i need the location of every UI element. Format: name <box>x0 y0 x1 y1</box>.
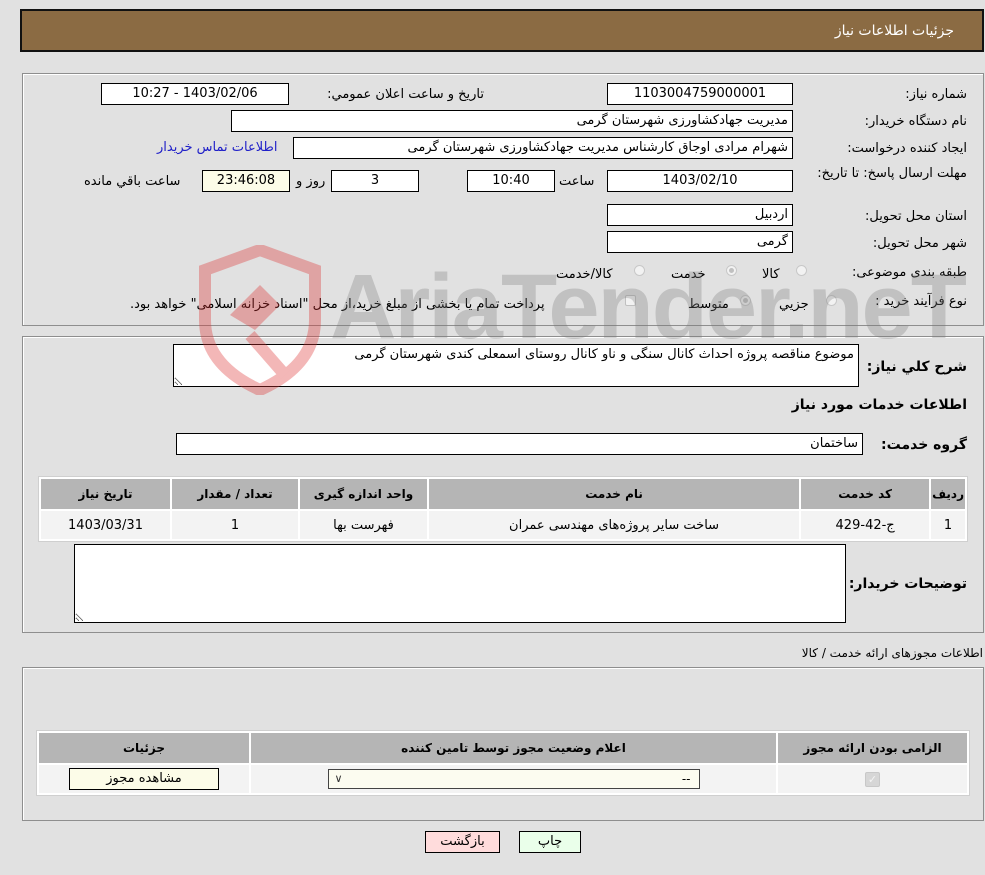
need-number-label: شماره نیاز: <box>905 87 967 102</box>
deadline-date-field: 1403/02/10 <box>607 170 793 192</box>
deadline-time-label: ساعت <box>559 174 595 189</box>
process-label-medium: متوسط <box>688 297 729 312</box>
need-number-field: 1103004759000001 <box>607 83 793 105</box>
process-radio-medium[interactable] <box>740 295 751 306</box>
treasury-checkbox[interactable] <box>625 295 636 306</box>
view-permit-button[interactable]: مشاهده مجوز <box>69 768 219 790</box>
page-title: جزئیات اطلاعات نیاز <box>834 23 954 39</box>
permits-heading: اطلاعات مجوزهای ارائه خدمت / کالا <box>801 646 983 660</box>
province-field: اردبیل <box>607 204 793 226</box>
buyer-contact-link[interactable]: اطلاعات تماس خريدار <box>157 140 277 155</box>
permit-status-value: -- <box>681 772 691 786</box>
cell-unit: فهرست بها <box>300 511 427 539</box>
col-unit: واحد اندازه گيری <box>300 479 427 509</box>
services-table: رديف کد خدمت نام خدمت واحد اندازه گيری ت… <box>38 476 968 542</box>
col-row-number: رديف <box>931 479 965 509</box>
print-button[interactable]: چاپ <box>519 831 581 853</box>
category-label: طبقه بندی موضوعی: <box>851 265 967 280</box>
remaining-time-field: 23:46:08 <box>202 170 290 192</box>
services-heading: اطلاعات خدمات مورد نياز <box>791 397 967 413</box>
city-label: شهر محل تحویل: <box>872 236 967 251</box>
buyer-org-field: مدیریت جهادکشاورزی شهرستان گرمی <box>231 110 793 132</box>
permit-status-select[interactable]: -- ∨ <box>327 769 700 789</box>
category-label-goods: کالا <box>762 267 780 282</box>
deadline-time-field: 10:40 <box>467 170 555 192</box>
category-radio-goods[interactable] <box>796 265 807 276</box>
permits-table: الزامی بودن ارائه مجوز اعلام وضعیت مجوز … <box>36 730 970 796</box>
service-group-label: گروه خدمت: <box>881 437 967 453</box>
announce-datetime-label: تاریخ و ساعت اعلان عمومي: <box>327 87 484 102</box>
service-group-field: ساختمان <box>176 433 863 455</box>
remaining-time-label: ساعت باقي مانده <box>84 174 181 189</box>
cell-service-name: ساخت سایر پروژه‌های مهندسی عمران <box>429 511 800 539</box>
process-radio-minor[interactable] <box>826 295 837 306</box>
back-button[interactable]: بازگشت <box>425 831 500 853</box>
category-radio-goods-service[interactable] <box>634 265 645 276</box>
city-field: گرمی <box>607 231 793 253</box>
page-header: جزئیات اطلاعات نیاز <box>20 9 984 52</box>
cell-permit-details: مشاهده مجوز <box>39 765 249 793</box>
category-radio-service[interactable] <box>726 265 737 276</box>
announce-datetime-field: 1403/02/06 - 10:27 <box>101 83 289 105</box>
col-service-name: نام خدمت <box>429 479 800 509</box>
cell-need-date: 1403/03/31 <box>41 511 170 539</box>
buyer-notes-textarea[interactable] <box>74 544 846 623</box>
table-row: ✓ -- ∨ مشاهده مجوز <box>39 765 967 793</box>
cell-permit-required: ✓ <box>778 765 967 793</box>
col-need-date: تاريخ نياز <box>41 479 170 509</box>
treasury-checkbox-label: پرداخت تمام یا بخشی از مبلغ خرید،از محل … <box>130 297 545 312</box>
cell-quantity: 1 <box>172 511 298 539</box>
deadline-label: مهلت ارسال پاسخ: تا تاریخ: <box>817 166 967 181</box>
deadline-days-field: 3 <box>331 170 419 192</box>
category-label-service: خدمت <box>671 267 706 282</box>
permit-required-checkbox[interactable]: ✓ <box>865 771 880 787</box>
col-permit-details: جزئيات <box>39 733 249 763</box>
requester-label: ايجاد کننده درخواست: <box>847 141 967 156</box>
chevron-down-icon: ∨ <box>334 772 343 785</box>
cell-permit-status: -- ∨ <box>251 765 776 793</box>
description-label: شرح کلي نياز: <box>866 359 967 375</box>
col-permit-status: اعلام وضعیت مجوز توسط تامین کننده <box>251 733 776 763</box>
requester-field: شهرام مرادی اوجاق کارشناس مدیریت جهادکشا… <box>293 137 793 159</box>
buyer-org-label: نام دستگاه خريدار: <box>864 114 967 129</box>
col-service-code: کد خدمت <box>801 479 930 509</box>
province-label: استان محل تحویل: <box>865 209 967 224</box>
cell-service-code: ج-42-429 <box>801 511 930 539</box>
permits-table-header-row: الزامی بودن ارائه مجوز اعلام وضعیت مجوز … <box>39 733 967 763</box>
services-table-header-row: رديف کد خدمت نام خدمت واحد اندازه گيری ت… <box>41 479 965 509</box>
purchase-process-label: نوع فرآیند خرید : <box>875 294 967 309</box>
table-row: 1 ج-42-429 ساخت سایر پروژه‌های مهندسی عم… <box>41 511 965 539</box>
deadline-days-label: روز و <box>296 174 326 189</box>
process-label-minor: جزيي <box>779 297 809 312</box>
cell-row-number: 1 <box>931 511 965 539</box>
col-quantity: تعداد / مقدار <box>172 479 298 509</box>
description-textarea[interactable] <box>173 344 859 387</box>
category-label-goods-service: کالا/خدمت <box>556 267 613 282</box>
buyer-notes-label: توضيحات خريدار: <box>848 576 967 592</box>
col-permit-required: الزامی بودن ارائه مجوز <box>778 733 967 763</box>
